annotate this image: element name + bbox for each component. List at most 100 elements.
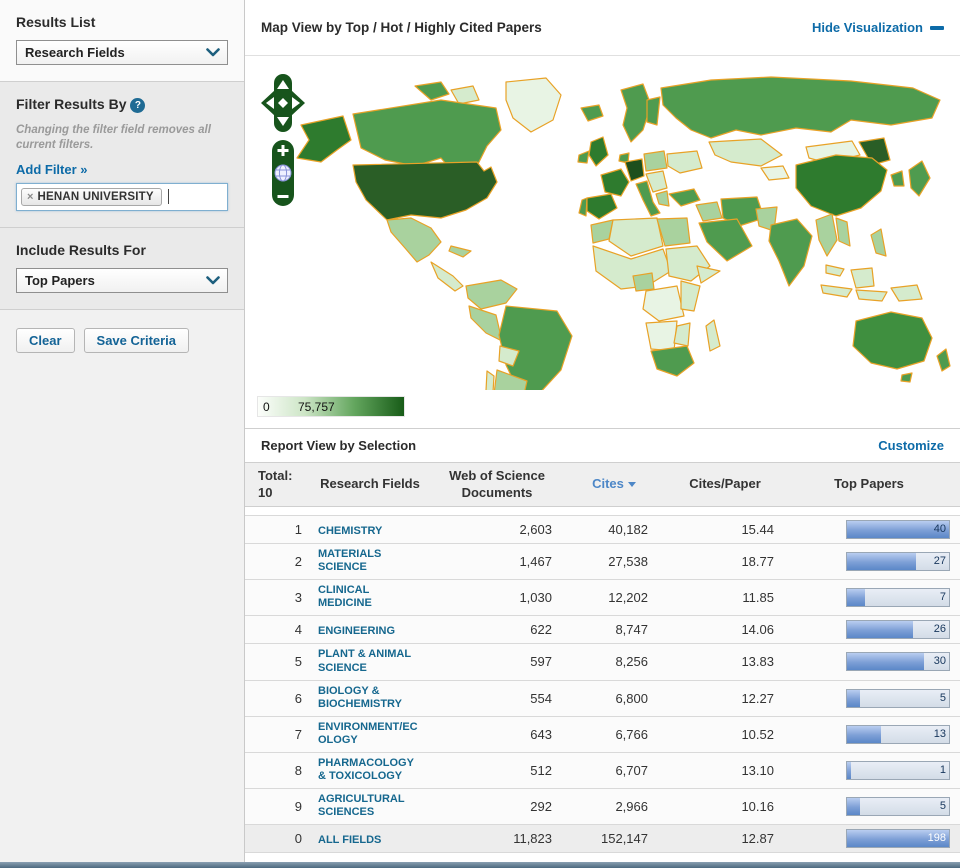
top-papers-value: 5 [939, 691, 946, 704]
filter-tag[interactable]: × HENAN UNIVERSITY [21, 187, 162, 206]
oceania[interactable] [852, 311, 951, 383]
table-row: 5 PLANT & ANIMAL SCIENCE 597 8,256 13.83… [245, 643, 960, 680]
report-view-title: Report View by Selection [261, 438, 417, 453]
column-header-wos-documents[interactable]: Web of Science Documents [428, 468, 566, 501]
filter-input[interactable]: × HENAN UNIVERSITY [16, 182, 228, 211]
wos-documents-cell: 2,603 [519, 522, 552, 537]
wos-documents-cell: 554 [530, 690, 552, 706]
wos-documents-cell: 1,030 [519, 590, 552, 606]
table-row: 2 MATERIALS SCIENCE 1,467 27,538 18.77 2… [245, 543, 960, 580]
column-header-cites-sorted[interactable]: Cites [566, 476, 662, 492]
clear-button[interactable]: Clear [16, 327, 75, 353]
top-papers-value: 13 [933, 727, 946, 740]
top-papers-bar: 5 [846, 688, 950, 708]
collapse-icon[interactable] [930, 25, 944, 30]
include-results-section: Include Results For Top Papers [0, 227, 244, 310]
asia[interactable] [755, 137, 931, 302]
results-list-selected-value: Research Fields [25, 45, 125, 60]
world-choropleth-map[interactable] [291, 70, 951, 390]
africa[interactable] [590, 217, 721, 377]
field-link[interactable]: PLANT & ANIMAL SCIENCE [318, 648, 418, 674]
results-list-section: Results List Research Fields [0, 0, 244, 82]
cites-cell: 8,747 [615, 622, 648, 638]
customize-link[interactable]: Customize [878, 438, 944, 453]
cites-cell: 8,256 [615, 654, 648, 670]
column-header-cites-per-paper[interactable]: Cites/Paper [662, 476, 788, 492]
field-link[interactable]: ENGINEERING [318, 625, 395, 638]
field-link[interactable]: MATERIALS SCIENCE [318, 548, 418, 574]
cites-per-paper-cell: 10.16 [741, 799, 774, 815]
rank-cell: 0 [294, 831, 302, 847]
top-papers-bar: 26 [846, 620, 950, 640]
filter-sidebar: Results List Research Fields Filter Resu… [0, 0, 245, 862]
cites-per-paper-cell: 12.27 [741, 690, 774, 706]
column-header-research-fields[interactable]: Research Fields [312, 476, 428, 492]
top-papers-bar: 1 [846, 761, 950, 781]
top-papers-bar: 13 [846, 724, 950, 744]
filter-tag-label: HENAN UNIVERSITY [37, 190, 154, 203]
legend-min-value: 0 [263, 400, 270, 414]
table-header-row: Total: 10 Research Fields Web of Science… [245, 462, 960, 507]
north-america[interactable] [296, 77, 562, 292]
cites-per-paper-cell: 13.10 [741, 763, 774, 779]
text-cursor [167, 189, 169, 205]
rank-cell: 4 [294, 622, 302, 638]
wos-documents-cell: 597 [530, 654, 552, 670]
table-row: 9 AGRICULTURAL SCIENCES 292 2,966 10.16 … [245, 788, 960, 825]
rank-cell: 7 [294, 726, 302, 742]
field-link[interactable]: AGRICULTURAL SCIENCES [318, 793, 418, 819]
field-link[interactable]: CLINICAL MEDICINE [318, 584, 418, 610]
esi-app-window: Results List Research Fields Filter Resu… [0, 0, 960, 868]
remove-filter-icon[interactable]: × [27, 191, 33, 203]
zoom-out-icon [277, 195, 289, 198]
column-header-top-papers[interactable]: Top Papers [788, 476, 950, 492]
cites-cell: 40,182 [608, 522, 648, 537]
top-papers-value: 40 [933, 523, 946, 535]
results-list-dropdown[interactable]: Research Fields [16, 40, 228, 65]
save-criteria-button[interactable]: Save Criteria [83, 327, 190, 353]
top-papers-bar: 198 [846, 829, 950, 849]
hide-visualization-link[interactable]: Hide Visualization [812, 20, 944, 35]
field-link[interactable]: ALL FIELDS [318, 834, 381, 847]
cites-cell: 27,538 [608, 554, 648, 570]
include-results-heading: Include Results For [16, 241, 146, 258]
column-header-total: Total: 10 [258, 468, 293, 500]
cites-cell: 6,800 [615, 690, 648, 706]
cites-per-paper-cell: 11.85 [742, 590, 774, 606]
cites-cell: 152,147 [601, 831, 648, 847]
map-view-header: Map View by Top / Hot / Highly Cited Pap… [245, 0, 960, 56]
top-papers-value: 198 [927, 832, 946, 845]
cites-cell: 2,966 [615, 799, 648, 815]
include-results-dropdown[interactable]: Top Papers [16, 267, 228, 293]
field-link[interactable]: PHARMACOLOGY & TOXICOLOGY [318, 757, 418, 783]
field-link[interactable]: BIOLOGY & BIOCHEMISTRY [318, 685, 418, 711]
filter-note-text: Changing the filter field removes all cu… [16, 124, 211, 151]
cites-cell: 12,202 [608, 590, 648, 606]
hide-visualization-label[interactable]: Hide Visualization [812, 20, 923, 35]
cites-per-paper-cell: 12.87 [741, 831, 774, 847]
report-table-body: 1 CHEMISTRY 2,603 40,182 15.44 40 2 MATE… [245, 515, 960, 854]
results-list-heading: Results List [16, 14, 96, 30]
help-icon[interactable]: ? [130, 98, 146, 113]
cites-per-paper-cell: 18.77 [741, 554, 774, 570]
choropleth-legend: 0 75,757 [257, 396, 405, 417]
top-papers-bar: 7 [846, 588, 950, 608]
rank-cell: 6 [294, 690, 302, 706]
top-papers-bar: 30 [846, 652, 950, 672]
wos-documents-cell: 1,467 [519, 554, 552, 570]
top-papers-value: 30 [933, 655, 946, 668]
filter-results-heading: Filter Results By [16, 96, 127, 112]
top-papers-value: 1 [939, 764, 946, 777]
table-row: 3 CLINICAL MEDICINE 1,030 12,202 11.85 7 [245, 579, 960, 616]
south-america[interactable] [465, 279, 573, 390]
table-row: 1 CHEMISTRY 2,603 40,182 15.44 40 [245, 515, 960, 543]
top-papers-bar: 27 [846, 552, 950, 572]
cites-per-paper-cell: 14.06 [741, 622, 774, 638]
chevron-down-icon [206, 48, 220, 57]
table-row: 8 PHARMACOLOGY & TOXICOLOGY 512 6,707 13… [245, 751, 960, 789]
field-link[interactable]: CHEMISTRY [318, 525, 382, 538]
add-filter-link[interactable]: Add Filter » [16, 162, 88, 177]
table-row: 6 BIOLOGY & BIOCHEMISTRY 554 6,800 12.27… [245, 679, 960, 716]
field-link[interactable]: ENVIRONMENT/ECOLOGY [318, 721, 418, 747]
rank-cell: 9 [294, 799, 302, 815]
